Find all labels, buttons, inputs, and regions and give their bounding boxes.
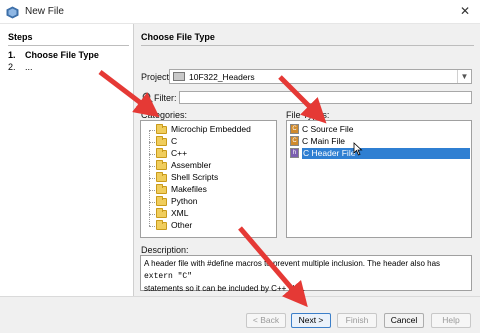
finish-button[interactable]: Finish <box>337 313 377 328</box>
folder-icon <box>156 148 167 158</box>
panel-divider <box>141 45 474 46</box>
category-item[interactable]: C <box>171 136 177 147</box>
folder-icon <box>156 220 167 230</box>
category-item[interactable]: C++ <box>171 148 187 159</box>
back-button[interactable]: < Back <box>246 313 286 328</box>
description-box: A header file with #define macros to pre… <box>140 255 472 293</box>
folder-icon <box>156 136 167 146</box>
step-number: 1. <box>8 50 16 60</box>
chevron-down-icon[interactable]: ▼ <box>457 70 471 83</box>
description-text-2: statements so it can be included by C++ … <box>144 284 305 293</box>
folder-icon <box>156 208 167 218</box>
search-icon <box>142 92 153 103</box>
category-item[interactable]: Other <box>171 220 192 231</box>
category-item[interactable]: Python <box>171 196 197 207</box>
filter-input[interactable] <box>179 91 472 104</box>
file-type-item[interactable]: C Main File <box>302 136 345 147</box>
c-file-icon: C <box>290 136 299 146</box>
file-types-label: File Types: <box>286 110 330 120</box>
description-text: A header file with #define macros to pre… <box>144 259 441 268</box>
folder-icon <box>156 124 167 134</box>
project-value: 10F322_Headers <box>189 72 255 82</box>
c-file-icon: C <box>290 124 299 134</box>
categories-label: Categories: <box>141 110 188 120</box>
choose-file-type-panel: Choose File Type Project: 10F322_Headers… <box>134 24 480 296</box>
h-file-icon: h <box>290 148 299 158</box>
project-chip-icon <box>173 72 185 81</box>
help-button[interactable]: Help <box>431 313 471 328</box>
categories-tree[interactable]: Microchip Embedded C C++ Assembler Shell… <box>140 120 277 238</box>
file-type-item[interactable]: C Source File <box>302 124 354 135</box>
project-combo[interactable]: 10F322_Headers ▼ <box>169 69 472 84</box>
step-number: 2. <box>8 62 16 72</box>
category-item[interactable]: Microchip Embedded <box>171 124 251 135</box>
filter-label: Filter: <box>154 93 177 103</box>
step-label: Choose File Type <box>25 50 99 60</box>
description-label: Description: <box>141 245 189 255</box>
next-button[interactable]: Next > <box>291 313 331 328</box>
close-icon[interactable]: ✕ <box>450 0 480 24</box>
title-bar: New File ✕ <box>0 0 480 24</box>
netbeans-app-icon <box>6 6 19 19</box>
category-item[interactable]: XML <box>171 208 188 219</box>
mouse-pointer-icon <box>353 142 363 156</box>
folder-icon <box>156 160 167 170</box>
project-label: Project: <box>141 72 172 82</box>
category-item[interactable]: Shell Scripts <box>171 172 218 183</box>
file-types-list[interactable]: C C Source File C C Main File h C Header… <box>286 120 472 238</box>
steps-divider <box>8 45 129 46</box>
category-item[interactable]: Assembler <box>171 160 211 171</box>
window-title: New File <box>25 6 64 17</box>
folder-icon <box>156 184 167 194</box>
panel-heading: Choose File Type <box>141 32 215 42</box>
file-type-item-selected[interactable]: C Header File <box>302 148 470 159</box>
category-item[interactable]: Makefiles <box>171 184 207 195</box>
steps-heading: Steps <box>8 32 33 42</box>
step-1: 1. Choose File Type <box>8 50 99 60</box>
steps-pane: Steps 1. Choose File Type 2.... <box>0 24 134 296</box>
description-code: extern "C" <box>144 272 193 281</box>
cancel-button[interactable]: Cancel <box>384 313 424 328</box>
button-bar: < Back Next > Finish Cancel Help <box>0 296 480 333</box>
folder-icon <box>156 172 167 182</box>
step-label: ... <box>25 62 33 72</box>
folder-icon <box>156 196 167 206</box>
step-2: 2.... <box>8 62 33 72</box>
